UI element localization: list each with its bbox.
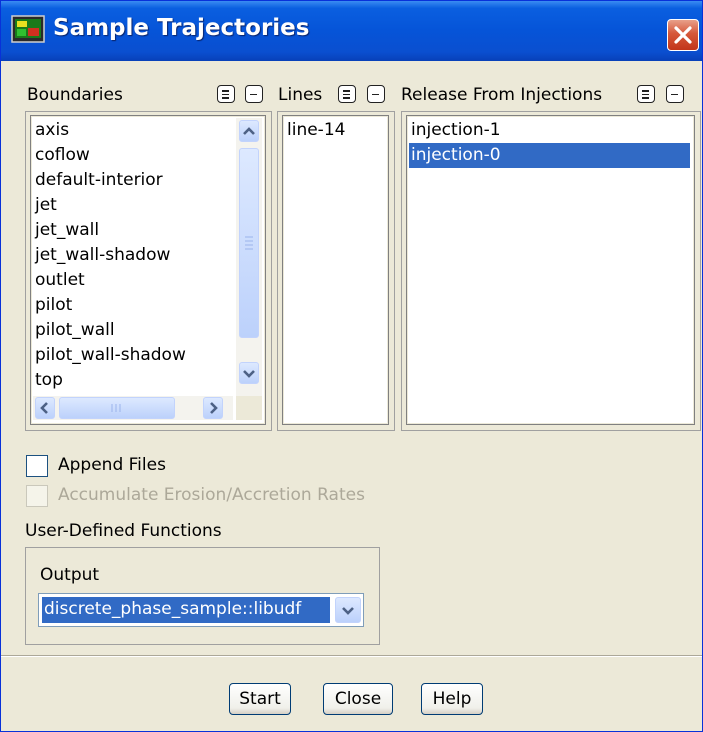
scroll-right-button[interactable] — [203, 397, 223, 419]
list-item[interactable]: pilot — [35, 293, 72, 318]
chevron-down-icon — [243, 370, 255, 378]
list-item[interactable]: line-14 — [287, 118, 345, 143]
lines-label: Lines — [278, 85, 323, 105]
accumulate-label: Accumulate Erosion/Accretion Rates — [58, 485, 365, 505]
deselect-all-icon[interactable] — [367, 85, 385, 103]
deselect-all-icon[interactable] — [245, 85, 263, 103]
select-all-icon[interactable] — [637, 85, 655, 103]
list-item-selected[interactable]: injection-0 — [409, 143, 690, 168]
chevron-down-icon — [342, 607, 354, 615]
output-value-field: discrete_phase_sample::libudf — [42, 597, 330, 623]
list-item-label: injection-0 — [411, 145, 501, 165]
list-item[interactable]: top — [35, 368, 63, 393]
chevron-right-icon — [210, 402, 218, 414]
boundaries-label: Boundaries — [27, 85, 123, 105]
boundaries-list[interactable]: axis coflow default-interior jet jet_wal… — [30, 115, 266, 425]
dropdown-arrow-button[interactable] — [335, 597, 361, 623]
title-bar[interactable]: Sample Trajectories — [1, 1, 702, 61]
vertical-scroll-thumb[interactable] — [239, 148, 259, 338]
scroll-up-button[interactable] — [239, 120, 259, 142]
list-item[interactable]: jet — [35, 193, 57, 218]
grip-icon — [245, 236, 253, 250]
divider — [1, 655, 702, 657]
list-item[interactable]: axis — [35, 118, 69, 143]
close-window-button[interactable] — [667, 19, 699, 51]
horizontal-scrollbar[interactable] — [33, 396, 233, 420]
accumulate-checkbox — [26, 485, 48, 507]
list-item[interactable]: jet_wall-shadow — [35, 243, 170, 268]
scroll-left-button[interactable] — [35, 397, 55, 419]
chevron-left-icon — [40, 402, 48, 414]
start-button[interactable]: Start — [229, 683, 291, 715]
window-title: Sample Trajectories — [53, 15, 310, 41]
dialog-window: Sample Trajectories Boundaries axis cofl… — [0, 0, 703, 732]
deselect-all-icon[interactable] — [666, 85, 684, 103]
list-item[interactable]: pilot_wall-shadow — [35, 343, 186, 368]
output-dropdown[interactable]: discrete_phase_sample::libudf — [38, 593, 364, 627]
append-files-label: Append Files — [58, 455, 166, 475]
list-item[interactable]: pilot_wall — [35, 318, 115, 343]
select-all-icon[interactable] — [217, 85, 235, 103]
output-value: discrete_phase_sample::libudf — [44, 599, 302, 619]
grip-icon — [111, 404, 121, 412]
help-button[interactable]: Help — [421, 683, 483, 715]
lines-list[interactable]: line-14 — [282, 115, 389, 425]
list-item[interactable]: outlet — [35, 268, 85, 293]
vertical-scrollbar[interactable] — [236, 118, 262, 396]
horizontal-scroll-thumb[interactable] — [59, 397, 175, 419]
append-files-checkbox[interactable] — [26, 455, 48, 477]
list-item[interactable]: default-interior — [35, 168, 163, 193]
list-item[interactable]: injection-1 — [411, 118, 501, 143]
close-button[interactable]: Close — [323, 683, 393, 715]
scroll-down-button[interactable] — [239, 362, 259, 384]
scroll-corner — [236, 396, 262, 420]
injections-label: Release From Injections — [401, 85, 603, 105]
list-item[interactable]: jet_wall — [35, 218, 99, 243]
chevron-up-icon — [243, 127, 255, 135]
output-label: Output — [40, 565, 100, 585]
app-icon — [11, 15, 45, 43]
injections-list[interactable]: injection-1 injection-0 — [406, 115, 695, 425]
select-all-icon[interactable] — [338, 85, 356, 103]
list-item[interactable]: coflow — [35, 143, 90, 168]
udf-group-label: User-Defined Functions — [25, 521, 222, 541]
boundaries-items: axis coflow default-interior jet jet_wal… — [31, 116, 233, 396]
close-icon — [674, 26, 692, 44]
